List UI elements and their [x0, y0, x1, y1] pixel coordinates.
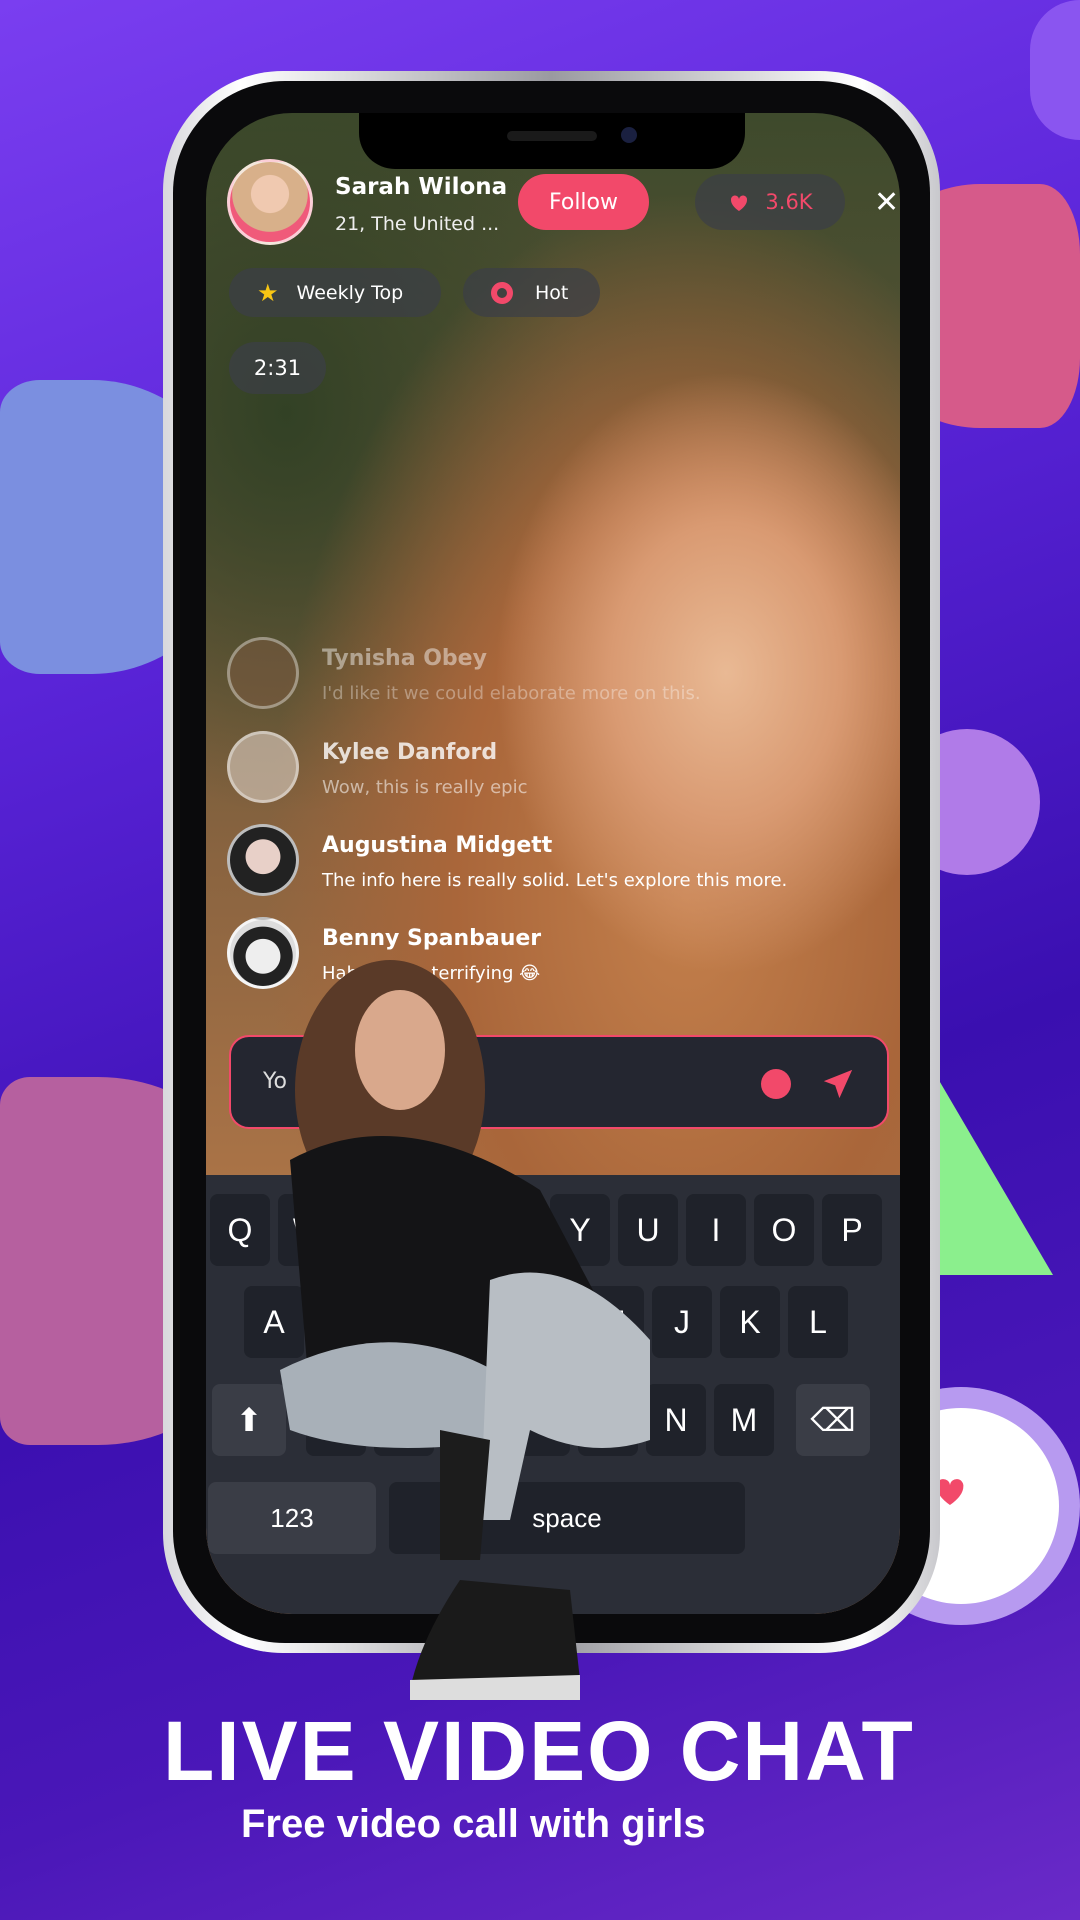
key-p[interactable]: P — [822, 1194, 882, 1266]
key-l[interactable]: L — [788, 1286, 848, 1358]
comment-avatar[interactable] — [227, 824, 299, 896]
comment-name: Benny Spanbauer — [322, 926, 542, 951]
headline-subtitle: Free video call with girls — [241, 1802, 706, 1846]
comment-message: The info here is really solid. Let's exp… — [322, 870, 788, 891]
star-icon: ★ — [257, 278, 279, 307]
comment-name: Tynisha Obey — [322, 646, 487, 671]
key-i[interactable]: I — [686, 1194, 746, 1266]
comment-message: I'd like it we could elaborate more on t… — [322, 683, 701, 704]
emoji-icon[interactable] — [761, 1069, 791, 1099]
likes-count: 3.6K — [765, 190, 813, 214]
live-timer: 2:31 — [229, 342, 326, 394]
fire-icon — [491, 281, 513, 304]
key-m[interactable]: M — [714, 1384, 774, 1456]
comment-message: Wow, this is really epic — [322, 777, 528, 798]
host-avatar[interactable] — [227, 159, 313, 245]
heart-icon — [731, 195, 748, 211]
comment-avatar[interactable] — [227, 731, 299, 803]
close-icon[interactable]: ✕ — [874, 185, 899, 220]
notch — [359, 113, 745, 169]
badge-hot[interactable]: Hot — [463, 268, 600, 317]
comment-name: Kylee Danford — [322, 740, 498, 765]
host-name: Sarah Wilona — [335, 174, 508, 200]
comment-avatar[interactable] — [227, 637, 299, 709]
badge-weekly-top[interactable]: ★ Weekly Top — [229, 268, 441, 317]
host-location: 21, The United ... — [335, 213, 500, 235]
comment-name: Augustina Midgett — [322, 833, 553, 858]
key-k[interactable]: K — [720, 1286, 780, 1358]
send-icon[interactable] — [821, 1067, 855, 1101]
camera-icon — [621, 127, 637, 143]
key-o[interactable]: O — [754, 1194, 814, 1266]
model-figure — [280, 960, 650, 1700]
backspace-key[interactable]: ⌫ — [796, 1384, 870, 1456]
follow-button[interactable]: Follow — [518, 174, 649, 230]
headline-title: LIVE VIDEO CHAT — [163, 1704, 915, 1798]
likes-badge: 3.6K — [695, 174, 845, 230]
